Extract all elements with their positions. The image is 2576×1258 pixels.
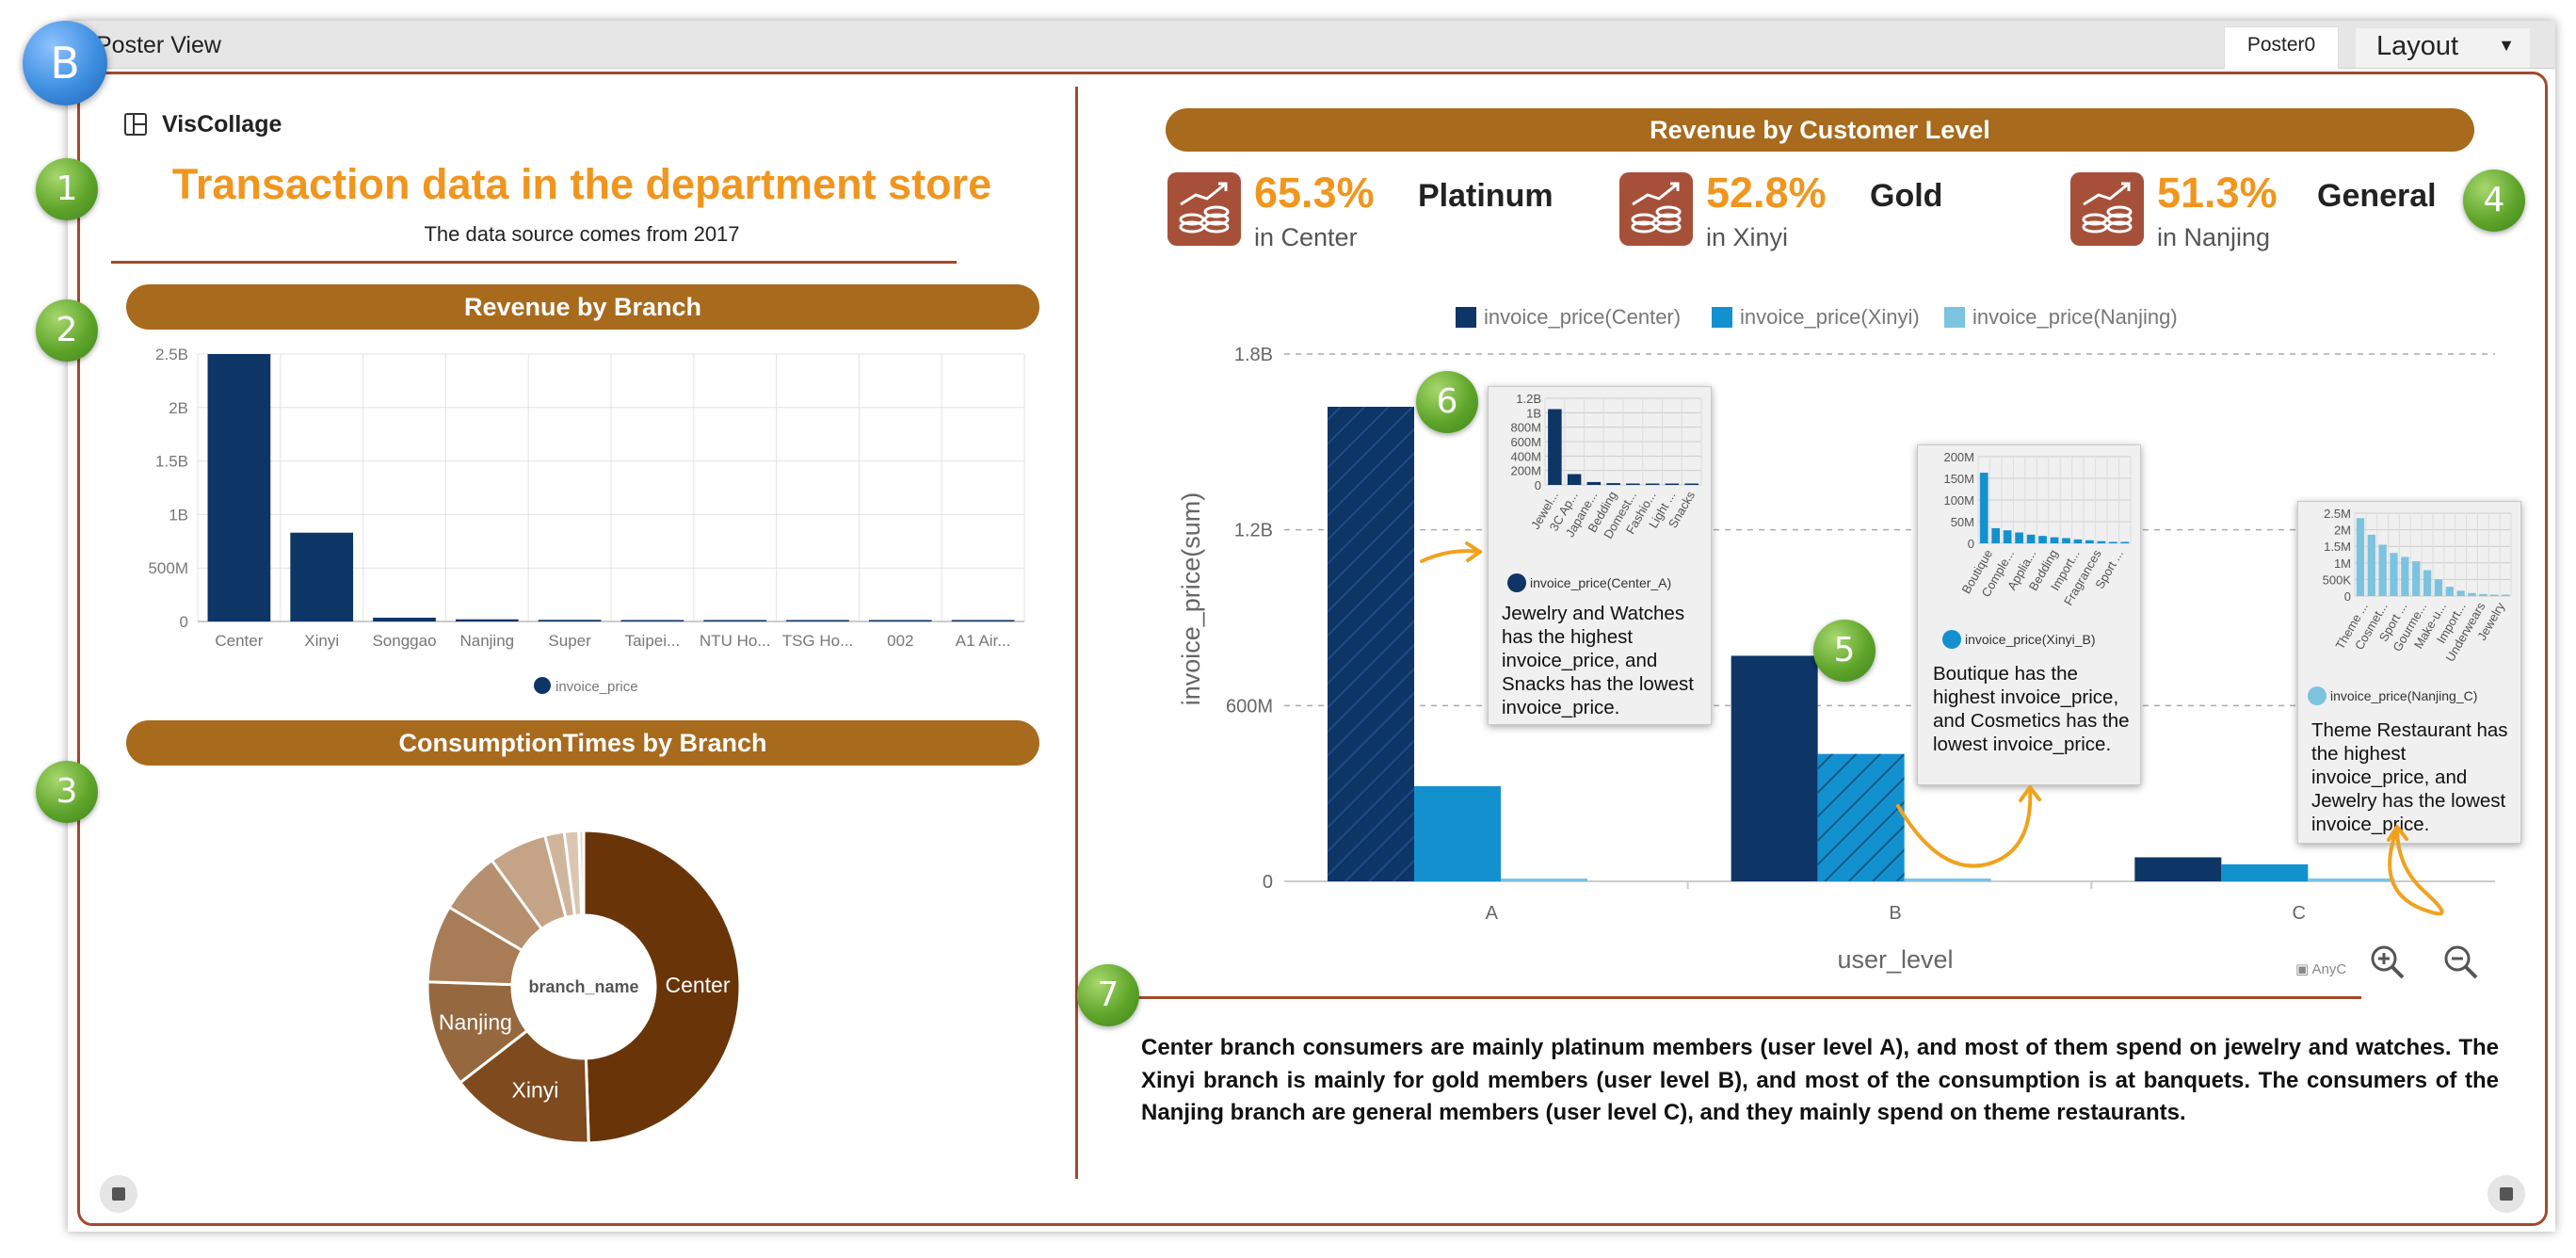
narrative-text[interactable]: Center branch consumers are mainly plati… [1141,1032,2499,1130]
badge-1: 1 [36,158,98,220]
play-icon [112,1187,125,1201]
arrow-xinyi-b [1896,785,2033,868]
chart-credit: ▣ AnyC [2295,961,2347,977]
badge-5: 5 [1813,620,1876,682]
badge-4: 4 [2463,169,2525,232]
badge-b: B [23,21,107,105]
badge-3: 3 [36,761,98,823]
credit-text: AnyC [2311,961,2347,977]
save-icon [2500,1187,2513,1201]
narrative-rule [1126,996,2361,999]
zoom-in-icon[interactable] [2369,944,2407,990]
badge-2: 2 [36,299,98,362]
save-button[interactable] [2487,1175,2525,1213]
zoom-out-icon[interactable] [2442,944,2480,990]
play-button[interactable] [100,1175,137,1213]
badge-7: 7 [1077,964,1139,1026]
badge-6: 6 [1416,371,1478,433]
arrow-nanjing-c [2388,827,2444,916]
